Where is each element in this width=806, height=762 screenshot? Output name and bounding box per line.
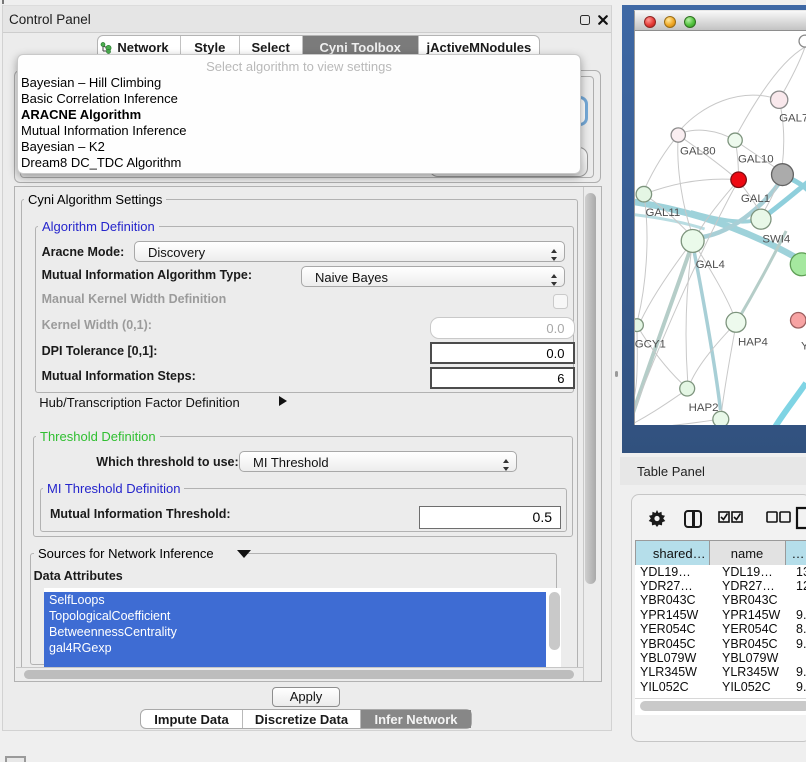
svg-text:GAL11: GAL11 bbox=[646, 207, 681, 219]
svg-text:GAL7: GAL7 bbox=[779, 113, 806, 125]
svg-text:HAP4: HAP4 bbox=[738, 336, 768, 348]
svg-text:YJ: YJ bbox=[801, 340, 806, 352]
svg-text:GAL4: GAL4 bbox=[696, 259, 726, 271]
svg-text:GAL80: GAL80 bbox=[680, 145, 716, 157]
svg-text:GCY1: GCY1 bbox=[635, 338, 666, 350]
svg-text:SWI4: SWI4 bbox=[762, 233, 791, 245]
svg-text:GAL1: GAL1 bbox=[741, 193, 770, 205]
svg-text:HAP2: HAP2 bbox=[689, 402, 719, 414]
svg-text:GAL10: GAL10 bbox=[738, 153, 774, 165]
